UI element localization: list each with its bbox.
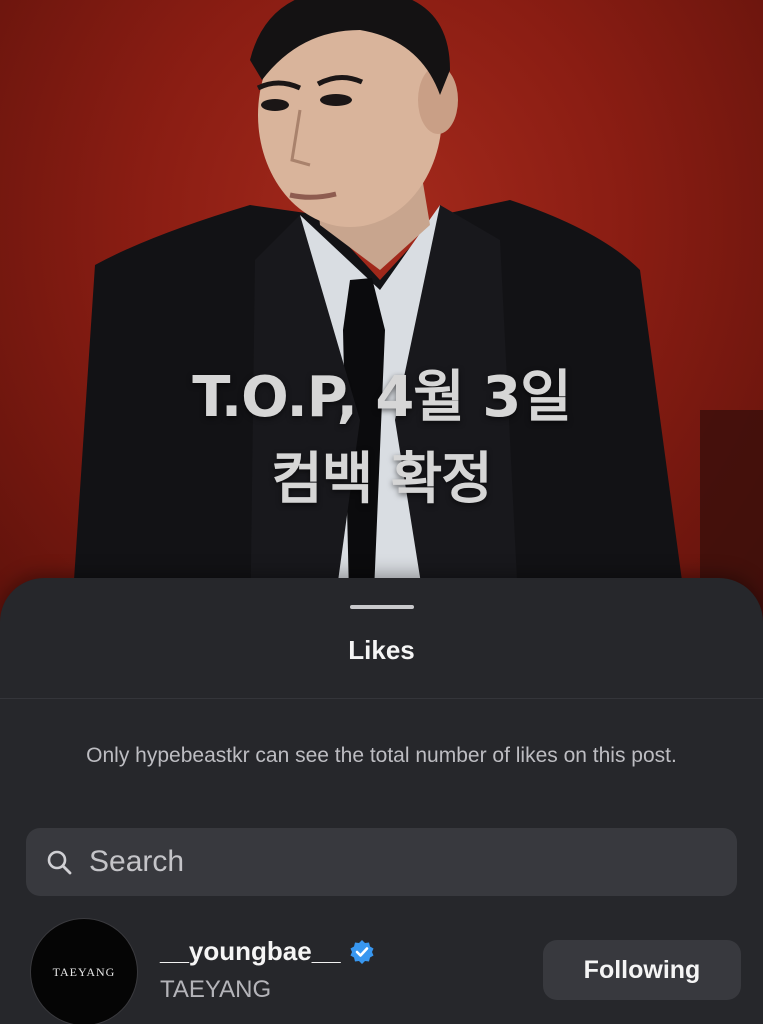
search-box[interactable] [26, 828, 737, 896]
full-name: TAEYANG [160, 976, 272, 1003]
divider [0, 698, 763, 699]
username-line: __youngbae__ [160, 936, 375, 967]
likes-visibility-notice: Only hypebeastkr can see the total numbe… [86, 744, 677, 767]
verified-badge-icon [349, 939, 375, 965]
screen: T.O.P, 4월 3일 컴백 확정 Likes Only hypebeastk… [0, 0, 763, 1024]
post-headline-line1: T.O.P, 4월 3일 [192, 365, 572, 430]
portrait-illustration [70, 0, 763, 640]
following-button[interactable]: Following [543, 940, 741, 1000]
user-row[interactable]: TAEYANG __youngbae__ TAEYANG Following [0, 916, 763, 1024]
search-input[interactable] [87, 831, 737, 893]
avatar[interactable]: TAEYANG [30, 918, 138, 1024]
search-icon [45, 848, 73, 876]
post-headline-line2: 컴백 확정 [271, 447, 493, 512]
sheet-grabber[interactable] [350, 605, 414, 609]
sheet-title: Likes [348, 635, 415, 665]
post-photo: T.O.P, 4월 3일 컴백 확정 [0, 0, 763, 640]
username[interactable]: __youngbae__ [160, 936, 341, 967]
likes-sheet: Likes Only hypebeastkr can see the total… [0, 578, 763, 1024]
